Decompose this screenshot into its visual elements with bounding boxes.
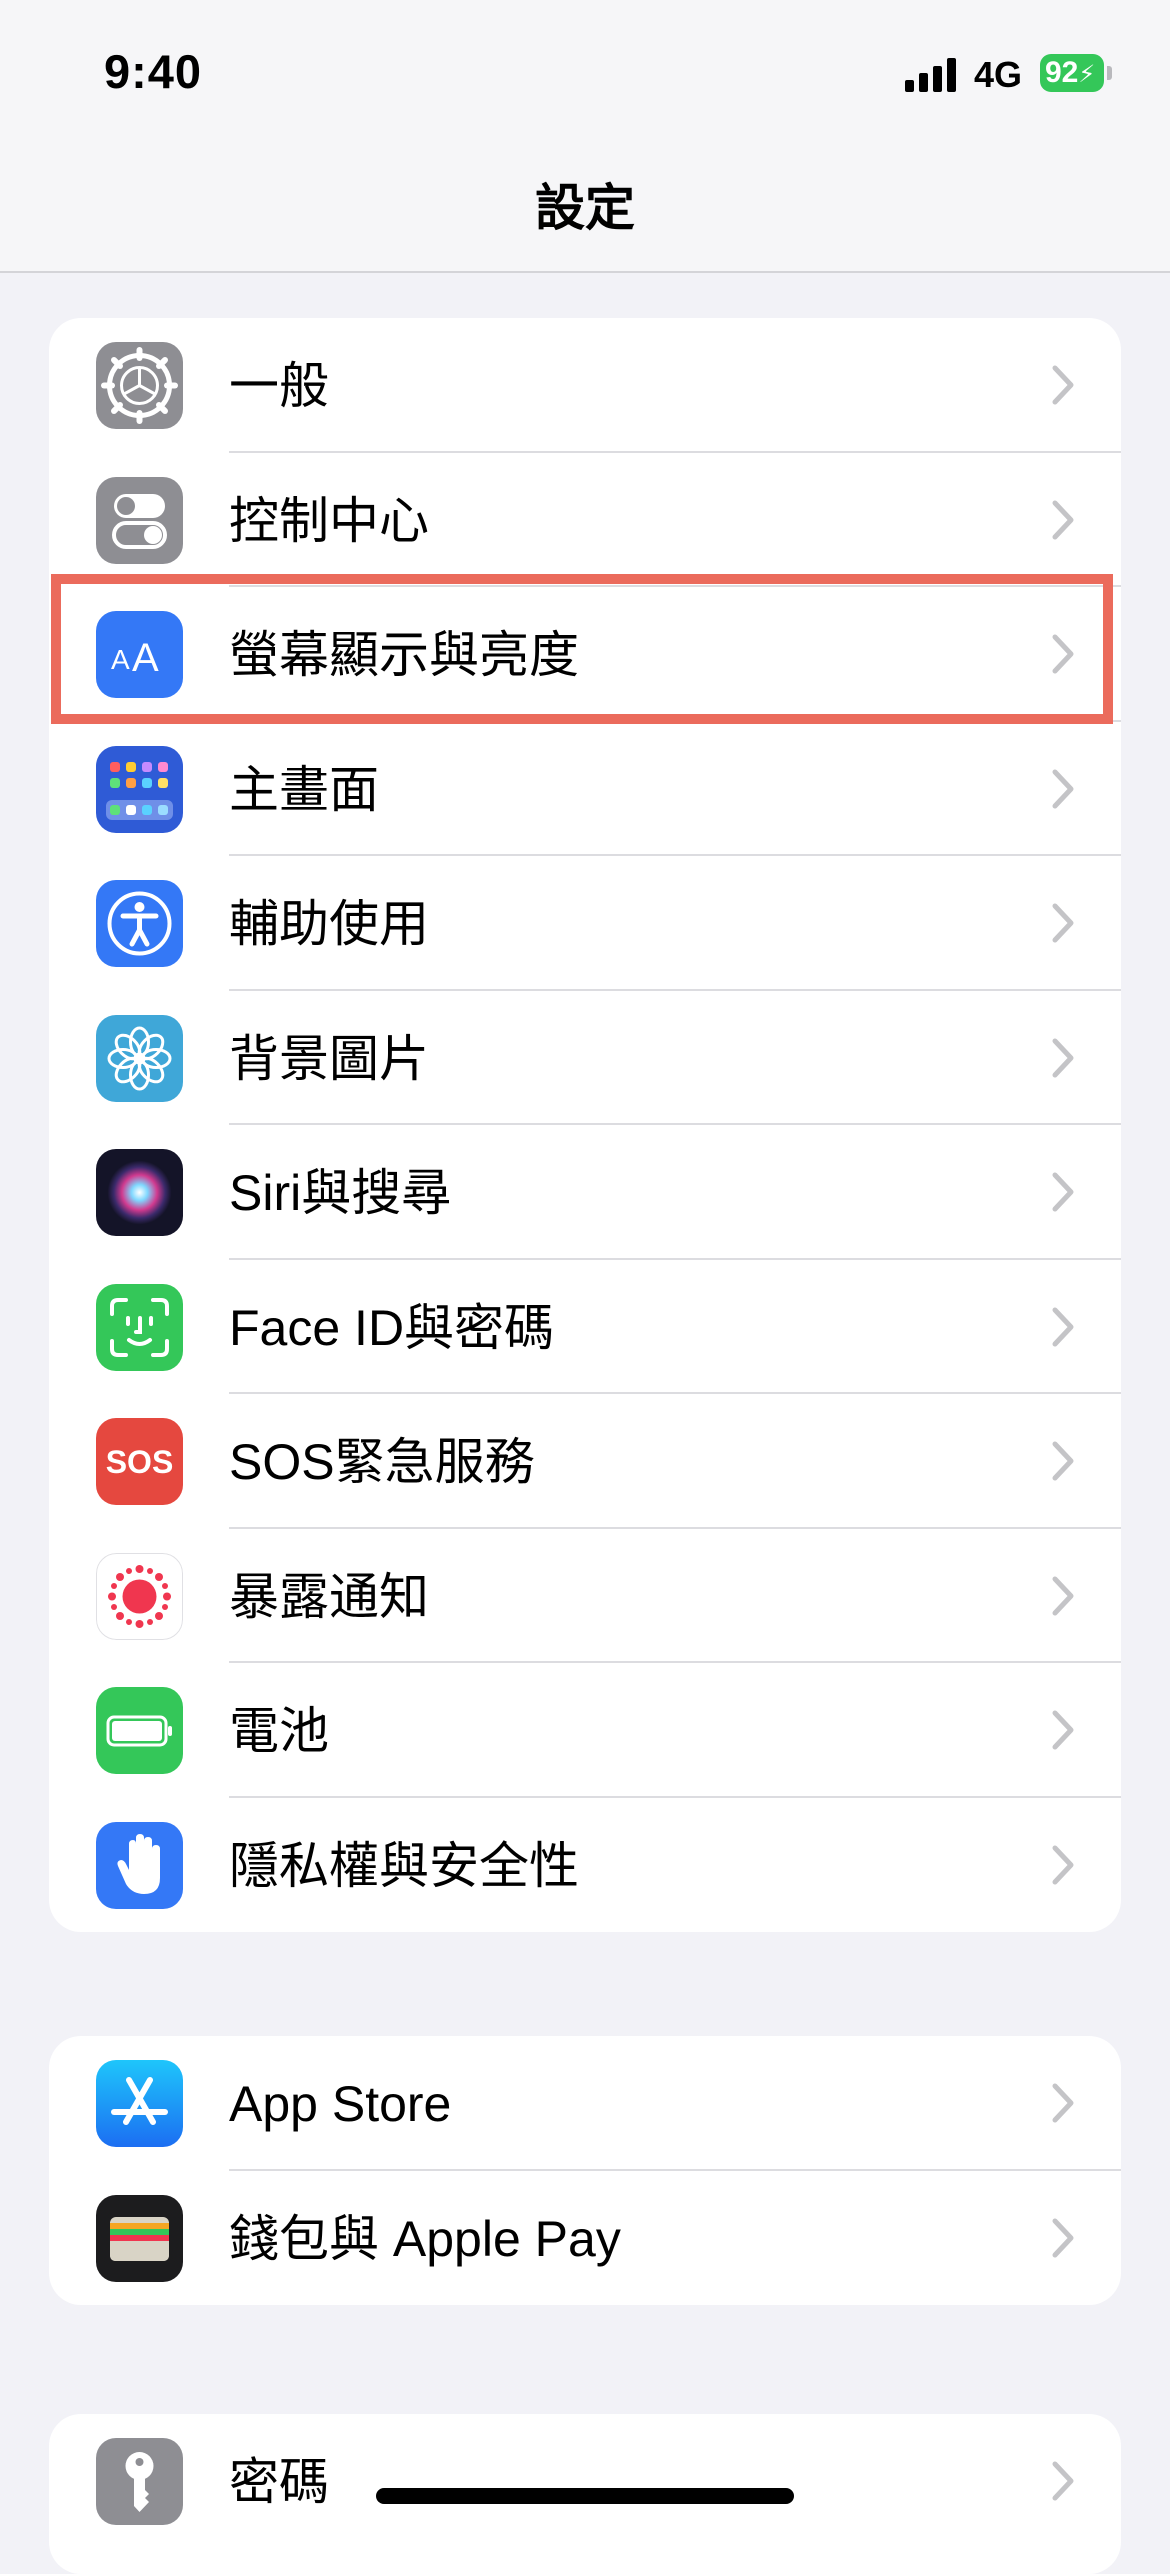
battery-cap bbox=[1107, 66, 1112, 80]
settings-row-label: Face ID與密碼 bbox=[229, 1299, 555, 1356]
svg-text:A: A bbox=[132, 636, 159, 680]
wallet-icon bbox=[96, 2194, 183, 2282]
chevron-right-icon bbox=[1052, 1307, 1074, 1346]
settings-row-privacy-security[interactable]: 隱私權與安全性 bbox=[49, 1798, 1121, 1933]
chevron-right-icon bbox=[1052, 500, 1074, 539]
settings-row-label: 暴露通知 bbox=[229, 1568, 429, 1625]
home-grid-icon bbox=[96, 745, 183, 833]
chevron-right-icon bbox=[1052, 1441, 1074, 1481]
settings-row-label: 控制中心 bbox=[229, 492, 429, 549]
text-size-aa-icon: A A bbox=[96, 611, 183, 698]
chevron-right-icon bbox=[1052, 1710, 1074, 1750]
settings-row-label: App Store bbox=[229, 2076, 452, 2132]
settings-row-control-center[interactable]: 控制中心 bbox=[49, 453, 1121, 587]
chevron-right-icon bbox=[1052, 634, 1074, 674]
hand-icon bbox=[96, 1821, 183, 1909]
face-id-icon bbox=[96, 1283, 183, 1371]
settings-row-emergency-sos[interactable]: SOS SOS緊急服務 bbox=[49, 1394, 1121, 1529]
settings-row-label: 主畫面 bbox=[229, 761, 379, 818]
settings-row-label: 一般 bbox=[229, 358, 329, 414]
settings-row-display-brightness[interactable]: A A 螢幕顯示與亮度 bbox=[49, 587, 1121, 722]
settings-row-label: SOS緊急服務 bbox=[229, 1434, 535, 1490]
settings-row-face-id-passcode[interactable]: Face ID與密碼 bbox=[49, 1260, 1121, 1394]
chevron-right-icon bbox=[1052, 1845, 1074, 1884]
home-indicator[interactable] bbox=[376, 2488, 794, 2504]
settings-row-home-screen[interactable]: 主畫面 bbox=[49, 722, 1121, 856]
settings-row-label: 錢包與 Apple Pay bbox=[229, 2210, 621, 2267]
chevron-right-icon bbox=[1052, 903, 1074, 943]
battery-icon bbox=[96, 1687, 183, 1774]
chevron-right-icon bbox=[1052, 769, 1074, 808]
settings-row-label: Siri與搜尋 bbox=[229, 1165, 452, 1221]
chevron-right-icon bbox=[1052, 1172, 1074, 1212]
exposure-notification-icon bbox=[96, 1552, 183, 1640]
chevron-right-icon bbox=[1052, 1576, 1074, 1615]
status-bar: 9:40 4G 92⚡ bbox=[0, 0, 1170, 140]
app-store-icon bbox=[96, 2060, 183, 2147]
settings-row-wallpaper[interactable]: 背景圖片 bbox=[49, 991, 1121, 1125]
chevron-right-icon bbox=[1052, 365, 1074, 405]
accessibility-icon bbox=[96, 880, 183, 967]
status-time: 9:40 bbox=[104, 45, 203, 98]
settings-row-siri-search[interactable]: Siri與搜尋 bbox=[49, 1125, 1121, 1260]
settings-row-battery[interactable]: 電池 bbox=[49, 1663, 1121, 1798]
settings-row-general[interactable]: 一般 bbox=[49, 318, 1121, 453]
gear-icon bbox=[96, 342, 183, 429]
svg-text:SOS: SOS bbox=[106, 1444, 174, 1480]
settings-group-main: 一般 控制中心 A A 螢幕顯示與亮度 主畫面 輔助使用 背景圖片 Siri與搜… bbox=[49, 318, 1121, 1932]
settings-row-label: 電池 bbox=[229, 1703, 329, 1759]
sos-icon: SOS bbox=[96, 1418, 183, 1505]
key-icon bbox=[96, 2438, 183, 2525]
svg-text:A: A bbox=[111, 644, 130, 675]
flower-icon bbox=[96, 1014, 183, 1102]
settings-row-label: 輔助使用 bbox=[229, 896, 429, 952]
settings-row-accessibility[interactable]: 輔助使用 bbox=[49, 856, 1121, 991]
siri-icon bbox=[96, 1149, 183, 1236]
chevron-right-icon bbox=[1052, 2218, 1074, 2257]
chevron-right-icon bbox=[1052, 2461, 1074, 2501]
navigation-bar: 設定 bbox=[0, 140, 1170, 273]
settings-group-store: App Store 錢包與 Apple Pay bbox=[49, 2036, 1121, 2305]
settings-row-label: 螢幕顯示與亮度 bbox=[229, 627, 579, 683]
battery-icon: 92⚡ bbox=[1040, 54, 1104, 92]
cellular-signal-icon bbox=[905, 58, 956, 92]
settings-row-label: 背景圖片 bbox=[229, 1030, 429, 1087]
settings-row-label: 隱私權與安全性 bbox=[229, 1837, 579, 1894]
page-title: 設定 bbox=[535, 180, 635, 236]
toggle-switches-icon bbox=[96, 476, 183, 564]
settings-row-app-store[interactable]: App Store bbox=[49, 2036, 1121, 2171]
settings-row-label: 密碼 bbox=[229, 2454, 329, 2510]
network-type: 4G bbox=[974, 54, 1023, 95]
battery-level: 92 bbox=[1045, 56, 1079, 89]
settings-row-wallet-apple-pay[interactable]: 錢包與 Apple Pay bbox=[49, 2171, 1121, 2306]
chevron-right-icon bbox=[1052, 2083, 1074, 2123]
chevron-right-icon bbox=[1052, 1038, 1074, 1077]
settings-row-exposure-notifications[interactable]: 暴露通知 bbox=[49, 1529, 1121, 1663]
settings-row-passwords[interactable]: 密碼 bbox=[49, 2414, 1121, 2549]
